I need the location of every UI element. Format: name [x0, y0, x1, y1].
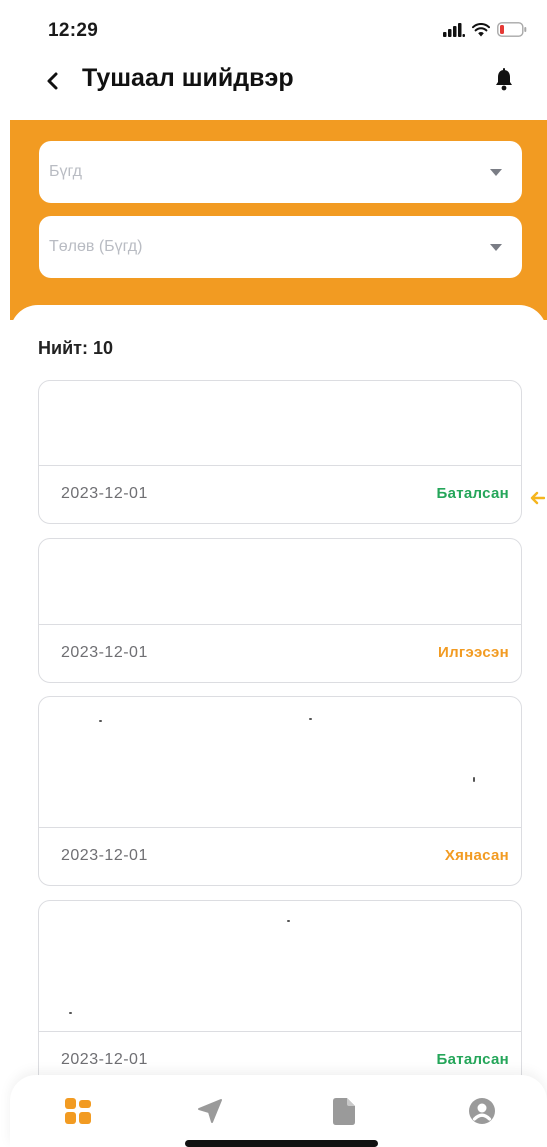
document-icon: [333, 1097, 355, 1125]
total-count: Нийт: 10: [38, 338, 113, 358]
battery-icon: [497, 22, 527, 37]
card-footer: 2023-12-01 Хянасан: [39, 827, 521, 885]
arrow-left-icon: [530, 491, 545, 505]
notification-button[interactable]: [489, 65, 519, 95]
card-body: [39, 381, 521, 467]
caret-down-icon: [490, 244, 502, 251]
list-item[interactable]: 2023-12-01 Баталсан: [38, 900, 522, 1090]
filter-panel: Бүгд Төлөв (Бүгд): [10, 120, 547, 320]
wifi-icon: [472, 22, 490, 36]
list-item[interactable]: 2023-12-01 Хянасан: [38, 696, 522, 886]
status-select[interactable]: Төлөв (Бүгд): [39, 216, 522, 278]
status-time: 12:29: [48, 20, 99, 41]
send-icon: [198, 1099, 222, 1123]
list-item[interactable]: 2023-12-01 Баталсан: [38, 380, 522, 524]
card-body: [39, 697, 521, 829]
status-badge: Илгээсэн: [437, 644, 509, 661]
list-item[interactable]: 2023-12-01 Илгээсэн: [38, 538, 522, 683]
dashboard-grid-icon: [65, 1098, 91, 1124]
bottom-nav: [10, 1075, 547, 1147]
bell-icon: [496, 68, 512, 91]
text-fragment: [99, 720, 102, 722]
nav-send[interactable]: [194, 1095, 226, 1127]
page-title: Тушаал шийдвэр: [82, 64, 294, 92]
category-select-value: Бүгд: [49, 163, 82, 180]
signal-icon: [443, 22, 465, 37]
status-badge: Баталсан: [436, 485, 509, 502]
status-badge: Баталсан: [436, 1051, 509, 1068]
card-footer: 2023-12-01 Илгээсэн: [39, 624, 521, 682]
card-date: 2023-12-01: [61, 485, 148, 502]
caret-down-icon: [490, 169, 502, 176]
card-body: [39, 539, 521, 626]
list-container: Нийт: 10 2023-12-01 Баталсан 2023-12-01 …: [10, 305, 547, 1147]
home-indicator: [185, 1140, 378, 1147]
text-fragment: [473, 777, 475, 782]
text-fragment: [287, 920, 290, 922]
category-select[interactable]: Бүгд: [39, 141, 522, 203]
status-badge: Хянасан: [444, 847, 509, 864]
text-fragment: [69, 1012, 72, 1014]
chevron-left-icon: [47, 72, 58, 90]
card-footer: 2023-12-01 Баталсан: [39, 465, 521, 523]
card-date: 2023-12-01: [61, 1051, 148, 1068]
app-header: Тушаал шийдвэр: [0, 56, 547, 118]
user-profile-icon: [469, 1098, 495, 1124]
nav-dashboard[interactable]: [62, 1095, 94, 1127]
card-body: [39, 901, 521, 1033]
text-fragment: [309, 718, 312, 720]
card-date: 2023-12-01: [61, 644, 148, 661]
nav-profile[interactable]: [466, 1095, 498, 1127]
nav-documents[interactable]: [328, 1095, 360, 1127]
status-bar: 12:29: [0, 0, 547, 56]
card-date: 2023-12-01: [61, 847, 148, 864]
back-button[interactable]: [38, 66, 68, 96]
status-icons: [443, 22, 527, 37]
status-select-value: Төлөв (Бүгд): [49, 238, 143, 255]
